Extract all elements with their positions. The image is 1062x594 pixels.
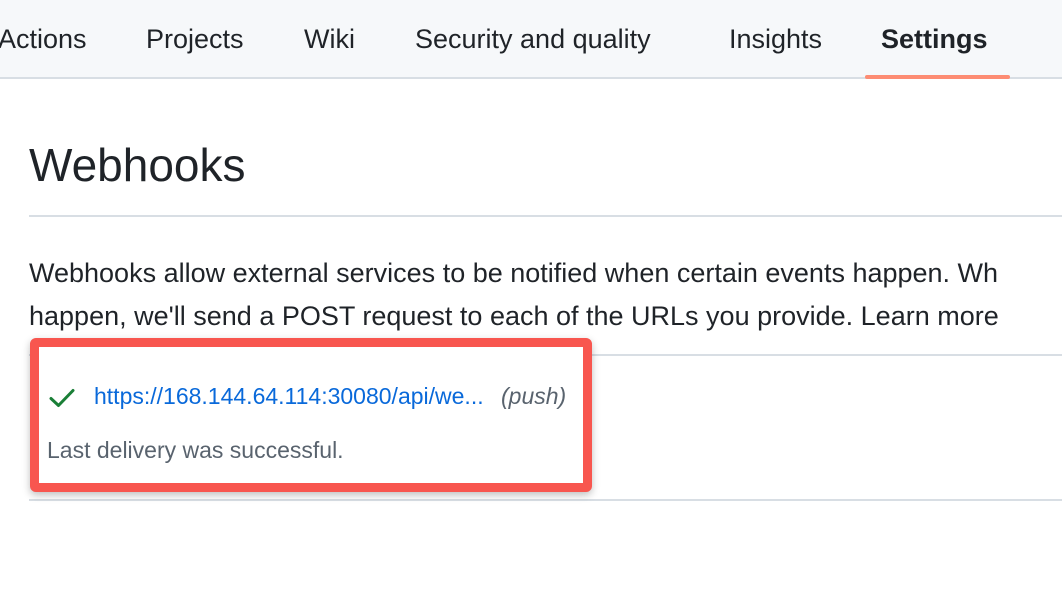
description-line-2-text: happen, we'll send a POST request to eac…	[29, 301, 861, 331]
webhook-url-link[interactable]: https://168.144.64.114:30080/api/we...	[94, 383, 484, 410]
list-bottom-divider	[29, 499, 1062, 501]
tab-projects[interactable]: Projects	[146, 0, 244, 79]
check-icon	[49, 389, 75, 407]
webhook-delivery-status: Last delivery was successful.	[47, 437, 344, 463]
highlight-annotation-box	[30, 338, 592, 492]
webhook-events: (push)	[501, 383, 567, 409]
repo-nav-bar: Actions Projects Wiki Security and quali…	[0, 0, 1062, 79]
tab-actions[interactable]: Actions	[0, 0, 87, 79]
learn-more-link[interactable]: Learn more	[861, 301, 999, 331]
tab-insights[interactable]: Insights	[729, 0, 822, 79]
tab-settings[interactable]: Settings	[881, 0, 988, 79]
description-line-2: happen, we'll send a POST request to eac…	[29, 295, 1062, 338]
tab-wiki[interactable]: Wiki	[304, 0, 355, 79]
title-divider	[29, 215, 1062, 217]
page-title: Webhooks	[29, 139, 246, 191]
webhooks-settings-page: Actions Projects Wiki Security and quali…	[0, 0, 1062, 594]
webhooks-description: Webhooks allow external services to be n…	[29, 252, 1062, 338]
selected-tab-underline	[865, 75, 1010, 79]
tab-security-and-quality[interactable]: Security and quality	[415, 0, 651, 79]
description-line-1: Webhooks allow external services to be n…	[29, 258, 999, 288]
